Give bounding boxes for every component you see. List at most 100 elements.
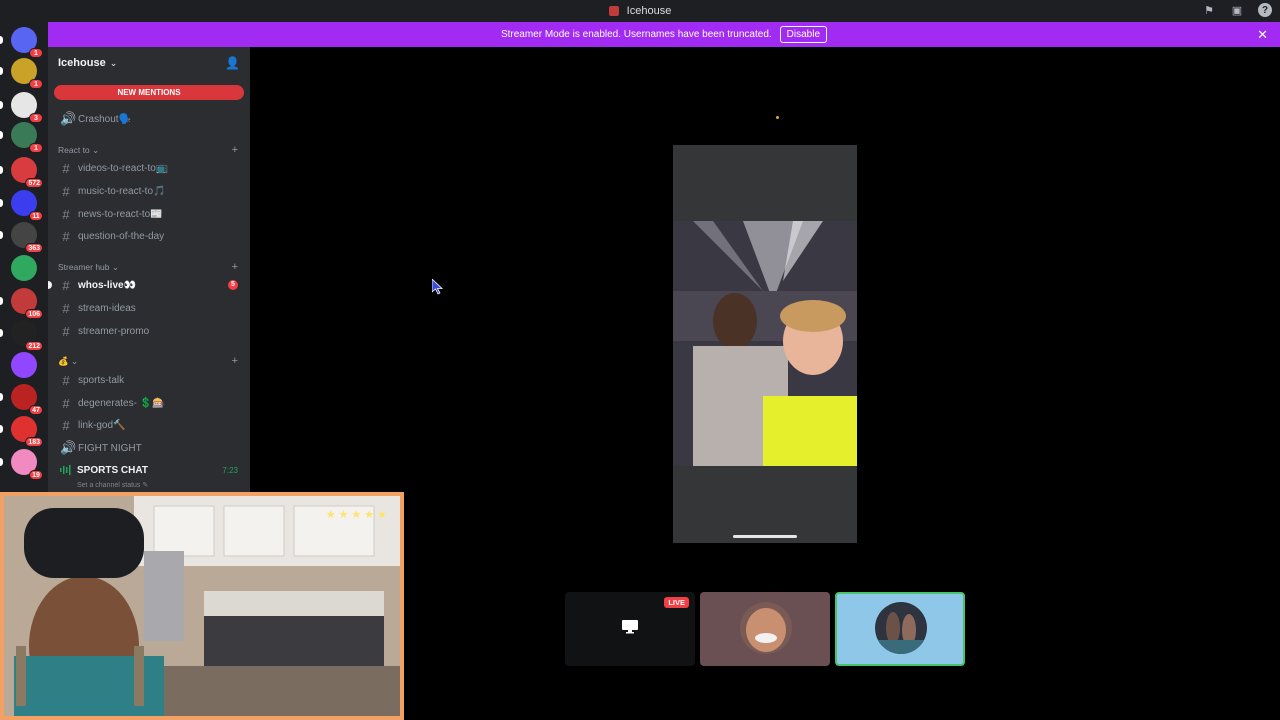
server-icon xyxy=(608,6,619,16)
category-money[interactable]: 💰 ⌄ + xyxy=(58,354,238,368)
live-badge: LIVE xyxy=(664,597,689,608)
connected-voice-channel[interactable]: SPORTS CHAT 7:23 Set a channel status ✎ xyxy=(54,462,244,492)
channel-link-god[interactable]: # link-god🔨 xyxy=(54,415,244,435)
channel-label: music-to-react-to🎵 xyxy=(78,185,166,197)
chevron-down-icon: ⌄ xyxy=(92,144,100,155)
category-streamer-hub[interactable]: Streamer hub ⌄ + xyxy=(58,260,238,274)
close-icon[interactable]: ✕ xyxy=(1257,27,1268,43)
speaker-icon: 🔊 xyxy=(60,111,77,126)
home-indicator xyxy=(733,535,797,538)
channel-news-to-react-to[interactable]: # news-to-react-to📰 xyxy=(54,204,244,224)
server-icon-server-12[interactable]: 47 xyxy=(11,384,43,415)
channel-label: stream-ideas xyxy=(78,302,136,314)
text-channel-icon: # xyxy=(62,277,70,293)
unread-pill xyxy=(0,101,3,109)
participant-tile-selected[interactable] xyxy=(835,592,965,666)
help-icon[interactable]: ? xyxy=(1258,3,1272,17)
server-badge: 183 xyxy=(25,437,43,447)
channel-streamer-promo[interactable]: # streamer-promo xyxy=(54,321,244,341)
voice-activity-icon xyxy=(60,465,71,476)
add-channel-icon[interactable]: + xyxy=(232,355,238,367)
monitor-icon xyxy=(622,620,638,634)
channel-label: streamer-promo xyxy=(78,325,150,337)
category-react-to[interactable]: React to ⌄ + xyxy=(58,143,238,157)
unread-pill xyxy=(0,297,3,305)
server-icon-server-4[interactable]: 1 xyxy=(11,122,43,153)
stage-dot xyxy=(776,116,779,119)
channel-whos-live[interactable]: # whos-live👀 5 xyxy=(48,275,244,295)
guild-name: Icehouse xyxy=(58,57,106,69)
webcam-overlay: ★★★★★ xyxy=(0,492,404,720)
server-icon-server-6[interactable]: 11 xyxy=(11,190,43,221)
titlebar-actions: ⚑ ▣ ? xyxy=(1202,3,1272,17)
text-channel-icon: # xyxy=(62,300,70,316)
unread-pill xyxy=(0,199,3,207)
category-label: Streamer hub xyxy=(58,261,110,272)
server-badge: 106 xyxy=(25,309,43,319)
avatar xyxy=(875,602,927,654)
channel-label: Crashout🗣️ xyxy=(78,113,132,125)
disable-streamer-mode-button[interactable]: Disable xyxy=(779,26,828,43)
screen-share-tile[interactable]: LIVE xyxy=(565,592,695,666)
text-channel-icon: # xyxy=(62,417,70,433)
server-icon-server-11[interactable] xyxy=(11,352,37,378)
new-mentions-button[interactable]: NEW MENTIONS xyxy=(54,85,244,100)
channel-label: news-to-react-to📰 xyxy=(78,208,163,220)
channel-degenerates[interactable]: # degenerates- 💲🎰 xyxy=(54,393,244,413)
text-channel-icon: # xyxy=(62,395,70,411)
channel-sports-talk[interactable]: # sports-talk xyxy=(54,370,244,390)
server-icon-server-10[interactable]: 212 xyxy=(11,320,43,351)
unread-pill xyxy=(0,458,3,466)
add-channel-icon[interactable]: + xyxy=(232,144,238,156)
server-icon-server-5[interactable]: 572 xyxy=(11,157,43,188)
channel-crashout[interactable]: 🔊 Crashout🗣️ xyxy=(54,109,244,129)
invite-people-icon[interactable]: 👤 xyxy=(225,56,240,70)
channel-videos-to-react-to[interactable]: # videos-to-react-to📺 xyxy=(54,158,244,178)
webcam-feed xyxy=(4,496,400,716)
text-channel-icon: # xyxy=(62,228,70,244)
channel-label: whos-live👀 xyxy=(78,279,137,291)
channel-fight-night[interactable]: 🔊 FIGHT NIGHT xyxy=(54,438,244,458)
server-icon-discord-home[interactable]: 1 xyxy=(11,27,43,58)
streamer-mode-banner: Streamer Mode is enabled. Usernames have… xyxy=(48,22,1280,47)
server-icon-server-2[interactable]: 1 xyxy=(11,58,43,89)
channel-label: sports-talk xyxy=(78,374,125,386)
server-badge: 212 xyxy=(25,341,43,351)
unread-indicator xyxy=(48,281,52,289)
text-channel-icon: # xyxy=(62,206,70,222)
server-badge: 363 xyxy=(25,243,43,253)
star-decoration: ★★★★★ xyxy=(325,509,390,521)
server-badge: 1 xyxy=(29,143,43,153)
server-icon-server-9[interactable]: 106 xyxy=(11,288,43,319)
server-badge: 1 xyxy=(29,79,43,89)
banner-message: Streamer Mode is enabled. Usernames have… xyxy=(500,29,772,40)
unread-pill xyxy=(0,329,3,337)
voice-channel-label: SPORTS CHAT xyxy=(77,465,148,476)
server-icon-server-7[interactable]: 363 xyxy=(11,222,43,253)
channel-music-to-react-to[interactable]: # music-to-react-to🎵 xyxy=(54,181,244,201)
mouse-cursor-icon xyxy=(432,279,444,295)
server-icon-server-3[interactable]: 3 xyxy=(11,92,43,123)
mention-badge: 5 xyxy=(228,280,238,290)
server-icon-server-14[interactable]: 19 xyxy=(11,449,43,480)
screen-share-view[interactable] xyxy=(673,145,857,543)
channel-label: question-of-the-day xyxy=(78,230,165,242)
server-icon-server-8[interactable] xyxy=(11,255,37,281)
channel-stream-ideas[interactable]: # stream-ideas xyxy=(54,298,244,318)
unread-pill xyxy=(0,36,3,44)
channel-label: FIGHT NIGHT xyxy=(78,442,142,454)
unread-pill xyxy=(0,131,3,139)
server-icon-server-13[interactable]: 183 xyxy=(11,416,43,447)
chevron-down-icon: ⌄ xyxy=(109,58,118,68)
window-title: Icehouse xyxy=(626,5,672,17)
channel-question-of-the-day[interactable]: # question-of-the-day xyxy=(54,226,244,246)
server-badge: 11 xyxy=(29,211,43,221)
flag-icon[interactable]: ⚑ xyxy=(1202,3,1216,17)
participant-tile[interactable] xyxy=(700,592,830,666)
set-channel-status[interactable]: Set a channel status ✎ xyxy=(77,481,148,489)
guild-header[interactable]: Icehouse ⌄ 👤 xyxy=(48,47,250,79)
inbox-icon[interactable]: ▣ xyxy=(1230,3,1244,17)
add-channel-icon[interactable]: + xyxy=(232,261,238,273)
channel-label: degenerates- 💲🎰 xyxy=(78,397,165,409)
channel-label: link-god🔨 xyxy=(78,419,126,431)
